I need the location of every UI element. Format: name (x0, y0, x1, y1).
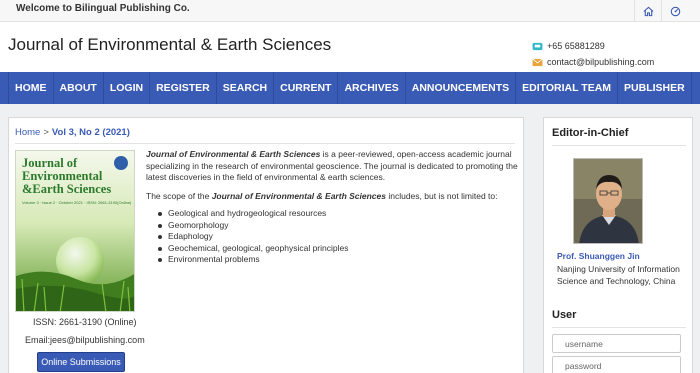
divider (552, 327, 686, 328)
dashboard-icon[interactable] (661, 0, 688, 22)
nav-about[interactable]: ABOUT (54, 72, 104, 104)
breadcrumb: Home > Vol 3, No 2 (2021) (15, 127, 130, 138)
divider (15, 143, 515, 144)
journal-title[interactable]: Journal of Environmental & Earth Science… (8, 35, 331, 55)
contact-email[interactable]: contact@bilpublishing.com (547, 57, 654, 67)
mail-icon (532, 58, 543, 66)
sidebar: Editor-in-Chief Prof. Shuanggen Jin Nanj… (543, 117, 693, 373)
username-input[interactable] (552, 334, 681, 353)
list-item: Geomorphology (157, 220, 349, 232)
publisher-logo-icon (114, 156, 128, 170)
top-bar: Welcome to Bilingual Publishing Co. (0, 0, 700, 22)
nav-current[interactable]: CURRENT (274, 72, 339, 104)
breadcrumb-separator: > (43, 127, 49, 138)
scope-journal-name: Journal of Environmental & Earth Science… (211, 191, 386, 201)
issn-text: ISSN: 2661-3190 (Online) (33, 317, 137, 327)
list-item: Geochemical, geological, geophysical pri… (157, 243, 349, 255)
breadcrumb-current[interactable]: Vol 3, No 2 (2021) (52, 127, 130, 138)
nav-editorial-team[interactable]: EDITORIAL TEAM (516, 72, 619, 104)
nav-search[interactable]: SEARCH (217, 72, 275, 104)
main-nav: HOME ABOUT LOGIN REGISTER SEARCH CURRENT… (0, 72, 700, 104)
scope-list: Geological and hydrogeological resources… (157, 208, 349, 266)
nav-register[interactable]: REGISTER (150, 72, 217, 104)
list-item: Geological and hydrogeological resources (157, 208, 349, 220)
description-journal-name: Journal of Environmental & Earth Science… (146, 149, 321, 159)
journal-cover[interactable]: Journal of Environmental &Earth Sciences… (15, 150, 135, 312)
main-content: Home > Vol 3, No 2 (2021) Journal of Env… (8, 117, 524, 373)
nav-publisher[interactable]: PUBLISHER (618, 72, 692, 104)
password-input[interactable] (552, 356, 681, 373)
nav-home[interactable]: HOME (8, 72, 54, 104)
cover-subtitle: Volume 3 · Issue 2 · October 2021 · ISSN… (22, 200, 132, 205)
editor-heading: Editor-in-Chief (552, 127, 629, 139)
email-contact: contact@bilpublishing.com (532, 57, 654, 67)
editor-photo (573, 158, 643, 244)
welcome-text: Welcome to Bilingual Publishing Co. (16, 3, 190, 14)
list-item: Edaphology (157, 231, 349, 243)
journal-email[interactable]: Email:jees@bilpublishing.com (25, 335, 145, 345)
home-icon[interactable] (634, 0, 661, 22)
user-heading: User (552, 309, 577, 321)
phone-icon (532, 42, 543, 50)
nav-archives[interactable]: ARCHIVES (338, 72, 406, 104)
scope-text: The scope of the Journal of Environmenta… (146, 191, 498, 201)
site-header: Journal of Environmental & Earth Science… (0, 22, 700, 72)
editor-name[interactable]: Prof. Shuanggen Jin (557, 251, 640, 261)
nav-announcements[interactable]: ANNOUNCEMENTS (406, 72, 517, 104)
editor-affiliation: Nanjing University of Information Scienc… (557, 264, 680, 286)
phone-number: +65 65881289 (547, 41, 605, 51)
phone-contact: +65 65881289 (532, 41, 605, 51)
breadcrumb-home[interactable]: Home (15, 127, 40, 138)
divider (552, 145, 686, 146)
list-item: Environmental problems (157, 254, 349, 266)
online-submissions-button[interactable]: Online Submissions (37, 352, 125, 372)
journal-description: Journal of Environmental & Earth Science… (146, 149, 518, 184)
nav-login[interactable]: LOGIN (104, 72, 151, 104)
cover-title: Journal of Environmental &Earth Sciences (22, 156, 112, 196)
